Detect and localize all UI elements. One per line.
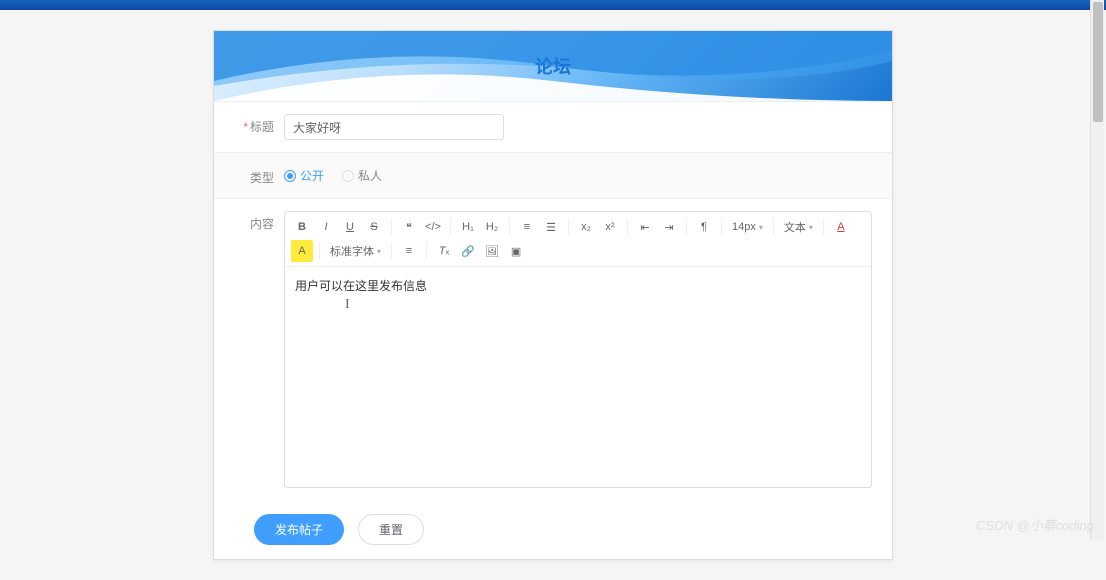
strike-button[interactable]: S (363, 216, 385, 238)
submit-button[interactable]: 发布帖子 (254, 514, 344, 545)
ordered-list-button[interactable]: ≡ (516, 216, 538, 238)
link-button[interactable]: 🔗 (457, 240, 479, 262)
align-button[interactable]: ≡ (398, 240, 420, 262)
editor-toolbar: B I U S ❝ </> H₁ H₂ ≡ ☰ x₂ x² (285, 212, 871, 267)
radio-label-private: 私人 (358, 167, 382, 184)
text-cursor-icon: I (345, 297, 350, 313)
outdent-button[interactable]: ⇥ (658, 216, 680, 238)
bg-color-button[interactable]: A (291, 240, 313, 262)
underline-button[interactable]: U (339, 216, 361, 238)
content-section: 内容 B I U S ❝ </> H₁ H₂ ≡ ☰ x₂ (214, 198, 892, 500)
banner: 论坛 (214, 31, 892, 101)
content-label: 内容 (234, 211, 274, 232)
type-label: 类型 (234, 165, 274, 186)
direction-button[interactable]: ¶ (693, 216, 715, 238)
title-label: *标题 (234, 114, 274, 135)
action-buttons: 发布帖子 重置 (214, 500, 892, 559)
quote-button[interactable]: ❝ (398, 216, 420, 238)
watermark: CSDN @小蔡coding (976, 515, 1094, 534)
clear-format-button[interactable]: Tₓ (433, 240, 455, 262)
vertical-scrollbar[interactable] (1090, 0, 1104, 540)
content-area: 论坛 *标题 类型 公开 私人 内容 B (0, 10, 1106, 580)
code-button[interactable]: </> (422, 216, 444, 238)
editor-textarea[interactable]: 用户可以在这里发布信息 I (285, 267, 871, 487)
h2-button[interactable]: H₂ (481, 216, 503, 238)
type-section: 类型 公开 私人 (214, 152, 892, 198)
font-family-select[interactable]: 标准字体▾ (326, 241, 385, 261)
radio-public[interactable]: 公开 (284, 167, 324, 184)
radio-label-public: 公开 (300, 167, 324, 184)
bold-button[interactable]: B (291, 216, 313, 238)
rich-text-editor: B I U S ❝ </> H₁ H₂ ≡ ☰ x₂ x² (284, 211, 872, 488)
radio-icon (284, 170, 296, 182)
italic-button[interactable]: I (315, 216, 337, 238)
text-color-button[interactable]: A (830, 216, 852, 238)
forum-post-card: 论坛 *标题 类型 公开 私人 内容 B (213, 30, 893, 560)
subscript-button[interactable]: x₂ (575, 216, 597, 238)
font-size-select[interactable]: 14px▾ (728, 219, 767, 235)
format-select[interactable]: 文本▾ (780, 217, 817, 237)
scrollbar-thumb[interactable] (1093, 2, 1103, 122)
title-section: *标题 (214, 101, 892, 152)
indent-button[interactable]: ⇤ (634, 216, 656, 238)
type-radio-group: 公开 私人 (284, 165, 382, 184)
reset-button[interactable]: 重置 (358, 514, 424, 545)
top-navigation (0, 0, 1106, 10)
video-button[interactable]: ▣ (505, 240, 527, 262)
editor-content-text: 用户可以在这里发布信息 (295, 279, 427, 293)
h1-button[interactable]: H₁ (457, 216, 479, 238)
radio-icon (342, 170, 354, 182)
radio-private[interactable]: 私人 (342, 167, 382, 184)
image-button[interactable]: 🖼 (481, 240, 503, 262)
title-input[interactable] (284, 114, 504, 140)
superscript-button[interactable]: x² (599, 216, 621, 238)
banner-title: 论坛 (535, 53, 571, 79)
unordered-list-button[interactable]: ☰ (540, 216, 562, 238)
